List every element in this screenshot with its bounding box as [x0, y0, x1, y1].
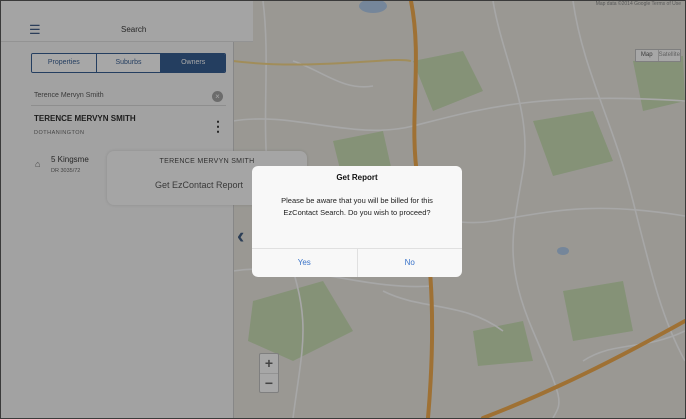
get-report-dialog: Get Report Please be aware that you will… [252, 166, 462, 277]
dialog-message: Please be aware that you will be billed … [281, 196, 433, 217]
dialog-buttons: Yes No [252, 248, 462, 277]
no-button[interactable]: No [356, 249, 463, 277]
dialog-title: Get Report [336, 173, 378, 182]
app-window: Map data ©2014 Google Terms of Use Map S… [0, 0, 686, 419]
yes-button[interactable]: Yes [252, 249, 357, 277]
